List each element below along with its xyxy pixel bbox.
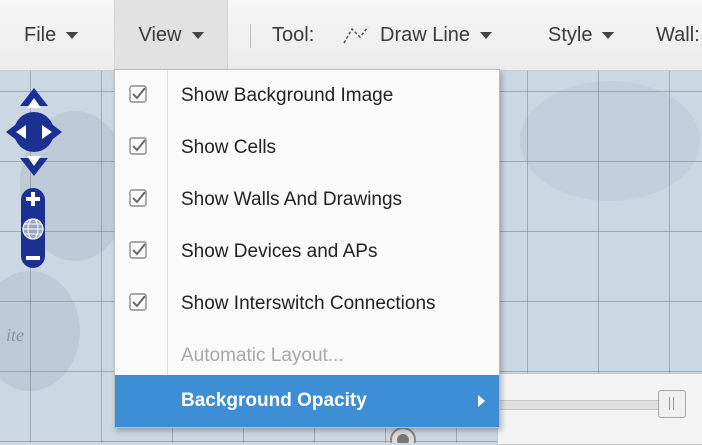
wall-label-text: Wall: — [656, 23, 700, 46]
menu-item-label: Automatic Layout... — [181, 345, 344, 366]
zoom-in-icon[interactable] — [18, 186, 48, 212]
zoom-out-icon[interactable] — [18, 246, 48, 270]
toolbar-separator — [250, 24, 251, 48]
file-menu-label: File — [24, 23, 57, 46]
menu-item-label: Show Devices and APs — [181, 241, 378, 262]
menu-item-background-opacity[interactable]: Background Opacity — [115, 375, 499, 427]
tool-label: Tool: — [272, 0, 314, 70]
menu-item-show-interswitch-connections[interactable]: Show Interswitch Connections — [115, 278, 499, 330]
draw-line-icon — [343, 26, 369, 44]
map-text-label: ite — [6, 325, 24, 345]
menu-item-show-background-image[interactable]: Show Background Image — [115, 70, 499, 122]
pan-arrows-icon[interactable] — [4, 86, 64, 178]
checkbox-checked-icon — [129, 85, 147, 103]
menu-item-label: Show Interswitch Connections — [181, 293, 436, 314]
opacity-slider-thumb[interactable] — [658, 390, 686, 418]
tool-select[interactable]: Draw Line — [342, 0, 493, 70]
menu-item-label: Show Cells — [181, 137, 277, 158]
menu-item-show-devices-and-aps[interactable]: Show Devices and APs — [115, 226, 499, 278]
style-menu-label: Style — [548, 23, 593, 46]
caret-down-icon — [602, 31, 615, 39]
menu-item-label: Show Background Image — [181, 85, 394, 106]
caret-down-icon — [191, 31, 204, 39]
menu-item-show-cells[interactable]: Show Cells — [115, 122, 499, 174]
style-menu-button[interactable]: Style — [548, 0, 615, 70]
view-menu-label: View — [138, 23, 182, 46]
opacity-slider-track[interactable] — [498, 400, 680, 410]
view-menu-button[interactable]: View — [114, 0, 228, 70]
checkbox-checked-icon — [129, 241, 147, 259]
tool-label-text: Tool: — [272, 23, 315, 46]
toolbar: File View Tool: Draw Line Style Wall: — [0, 0, 702, 71]
background-opacity-submenu — [497, 373, 702, 445]
menu-item-label: Show Walls And Drawings — [181, 189, 403, 210]
view-dropdown-menu: Show Background Image Show Cells Show Wa… — [114, 69, 500, 428]
menu-item-label: Background Opacity — [181, 390, 367, 411]
checkbox-checked-icon — [129, 293, 147, 311]
menu-item-show-walls-and-drawings[interactable]: Show Walls And Drawings — [115, 174, 499, 226]
caret-down-icon — [66, 31, 79, 39]
checkbox-checked-icon — [129, 189, 147, 207]
wall-label: Wall: — [656, 0, 700, 70]
globe-icon — [18, 214, 48, 244]
submenu-arrow-icon — [478, 395, 485, 407]
checkbox-checked-icon — [129, 137, 147, 155]
tool-select-label: Draw Line — [380, 23, 471, 46]
caret-down-icon — [480, 31, 493, 39]
file-menu-button[interactable]: File — [24, 0, 79, 70]
